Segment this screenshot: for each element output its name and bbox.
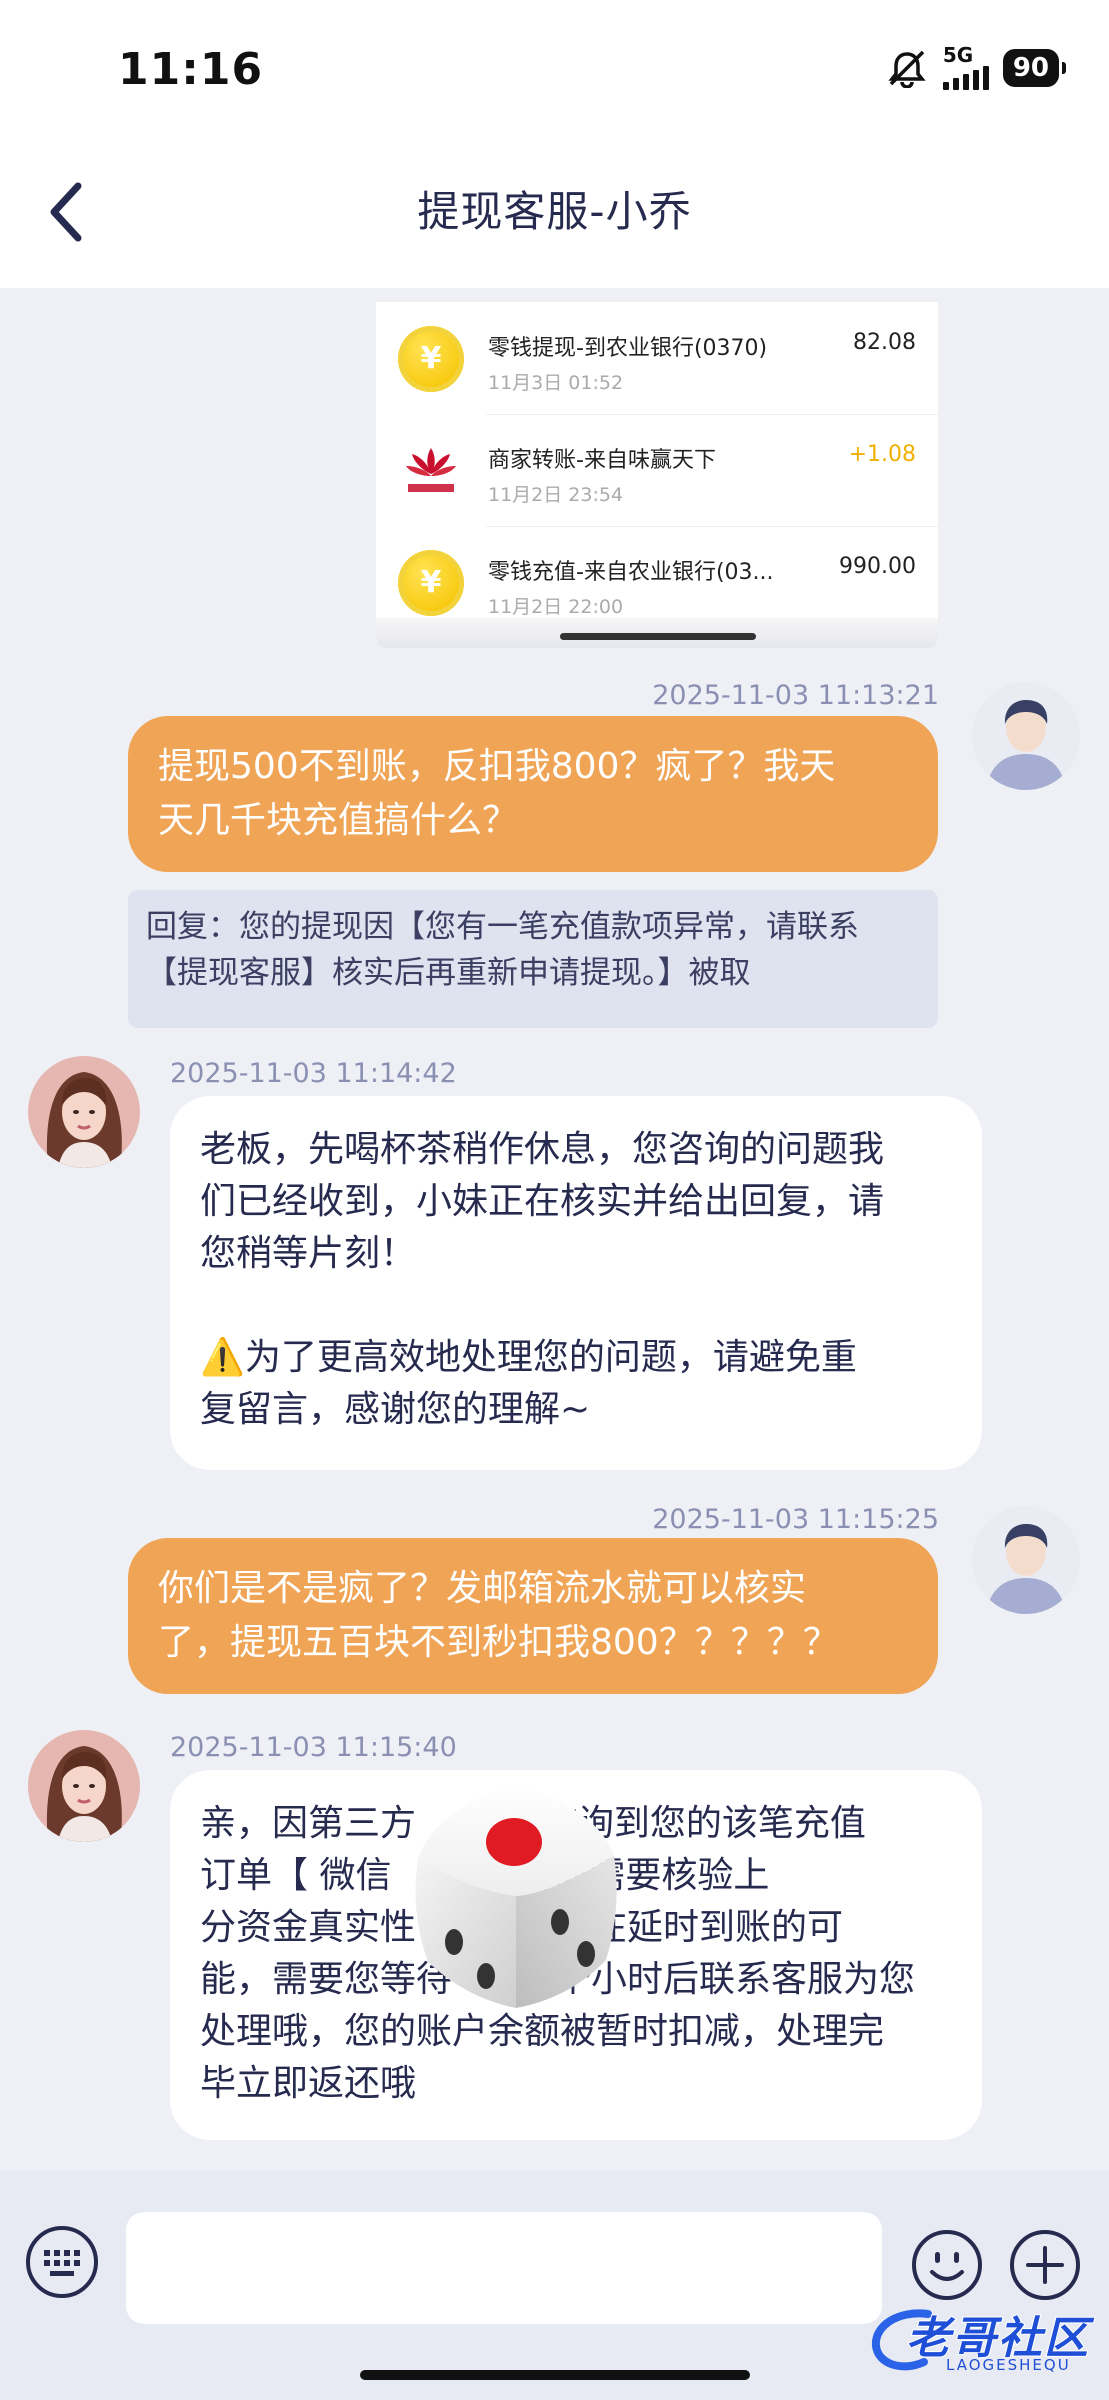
transaction-row: 商家转账-来自味赢天下 11月2日 23:54 +1.08 (376, 414, 938, 526)
transaction-amount: +1.08 (848, 442, 916, 467)
transaction-amount: 990.00 (839, 554, 916, 579)
emoji-button[interactable] (910, 2228, 984, 2302)
user-avatar-icon (972, 1506, 1080, 1614)
transaction-date: 11月2日 22:00 (488, 596, 624, 618)
message-timestamp: 2025-11-03 11:14:42 (170, 1058, 457, 1089)
coin-icon: ¥ (398, 326, 464, 392)
status-time: 11:16 (118, 44, 264, 95)
avatar[interactable] (28, 1730, 140, 1842)
transaction-row: ¥ 零钱提现-到农业银行(0370) 11月3日 01:52 82.08 (376, 302, 938, 414)
message-timestamp: 2025-11-03 11:15:40 (170, 1732, 457, 1763)
more-button[interactable] (1008, 2228, 1082, 2302)
message-line: 你们是不是疯了？发邮箱流水就可以核实 (158, 1568, 807, 1609)
dice-icon (415, 1782, 617, 2008)
message-line: 了，提现五百块不到秒扣我800？？？？？ (158, 1622, 839, 1663)
message-timestamp: 2025-11-03 11:13:21 (652, 680, 939, 711)
agent-avatar-icon (28, 1730, 140, 1842)
message-line: 天几千块充值搞什么？ (158, 800, 519, 841)
status-icons: 5G 90 (885, 43, 1067, 90)
user-avatar-icon (972, 682, 1080, 790)
keyboard-button[interactable] (24, 2224, 100, 2300)
transaction-date: 11月2日 23:54 (488, 484, 624, 506)
page-title: 提现客服-小乔 (417, 187, 692, 236)
message-bubble-incoming[interactable]: 老板，先喝杯茶稍作休息，您咨询的问题我 们已经收到，小妹正在核实并给出回复，请 … (170, 1096, 982, 1470)
signal-icon (942, 64, 989, 90)
plus-icon (1010, 2230, 1080, 2300)
network-indicator: 5G (942, 43, 989, 90)
message-bubble-outgoing[interactable]: 提现500不到账，反扣我800？疯了？我天 天几千块充值搞什么？ (128, 716, 938, 872)
network-type: 5G (942, 43, 974, 67)
transaction-name: 商家转账-来自味赢天下 (488, 448, 716, 473)
quoted-message[interactable]: 回复：您的提现因【您有一笔充值款项异常，请联系 【提现客服】核实后再重新申请提现… (128, 890, 938, 1028)
keyboard-icon (26, 2226, 98, 2298)
message-line: 提现500不到账，反扣我800？疯了？我天 (158, 746, 836, 787)
transaction-amount: 82.08 (853, 330, 916, 355)
home-indicator (360, 2370, 750, 2380)
message-timestamp: 2025-11-03 11:15:25 (652, 1504, 939, 1535)
coin-icon: ¥ (398, 550, 464, 616)
mute-icon (888, 50, 926, 88)
avatar[interactable] (28, 1056, 140, 1168)
watermark: 老哥社区 LAOGESHEQU (868, 2300, 1104, 2380)
screenshot-home-indicator (560, 633, 756, 640)
transaction-name: 零钱充值-来自农业银行(03... (488, 560, 774, 585)
message-bubble-outgoing[interactable]: 你们是不是疯了？发邮箱流水就可以核实 了，提现五百块不到秒扣我800？？？？？ (128, 1538, 938, 1694)
agent-avatar-icon (28, 1056, 140, 1168)
avatar[interactable] (972, 682, 1080, 790)
merchant-logo (406, 448, 456, 492)
battery-indicator: 90 (1002, 49, 1067, 87)
smiley-icon (912, 2230, 982, 2300)
transaction-screenshot[interactable]: ¥ 零钱提现-到农业银行(0370) 11月3日 01:52 82.08 商家转… (376, 302, 938, 642)
message-input[interactable] (126, 2212, 882, 2324)
transaction-name: 零钱提现-到农业银行(0370) (488, 336, 768, 361)
avatar[interactable] (972, 1506, 1080, 1614)
transaction-date: 11月3日 01:52 (488, 372, 624, 394)
watermark-subtext: LAOGESHEQU (946, 2356, 1071, 2374)
